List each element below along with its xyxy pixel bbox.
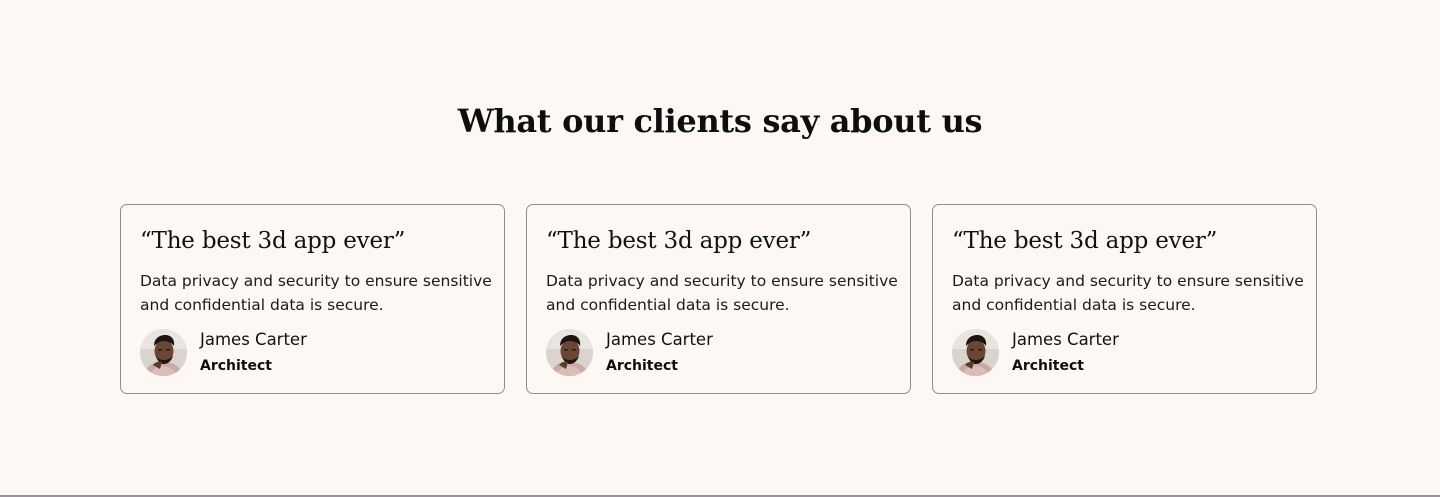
author-role: Architect <box>1012 358 1084 374</box>
author-avatar <box>952 329 999 376</box>
author-name: James Carter <box>606 330 713 349</box>
testimonial-card: “The best 3d app ever” Data privacy and … <box>120 204 505 394</box>
testimonial-card: “The best 3d app ever” Data privacy and … <box>932 204 1317 394</box>
testimonial-quote: “The best 3d app ever” <box>546 228 812 254</box>
author-name: James Carter <box>1012 330 1119 349</box>
testimonial-text: Data privacy and security to ensure sens… <box>140 272 492 314</box>
testimonial-quote: “The best 3d app ever” <box>140 228 406 254</box>
author-avatar <box>546 329 593 376</box>
author-avatar <box>140 329 187 376</box>
testimonial-card: “The best 3d app ever” Data privacy and … <box>526 204 911 394</box>
author-role: Architect <box>200 358 272 374</box>
author-role: Architect <box>606 358 678 374</box>
testimonial-cards: “The best 3d app ever” Data privacy and … <box>120 204 1320 397</box>
author-name: James Carter <box>200 330 307 349</box>
testimonial-quote: “The best 3d app ever” <box>952 228 1218 254</box>
testimonial-text: Data privacy and security to ensure sens… <box>952 272 1304 314</box>
section-title: What our clients say about us <box>457 102 983 140</box>
testimonial-text: Data privacy and security to ensure sens… <box>546 272 898 314</box>
